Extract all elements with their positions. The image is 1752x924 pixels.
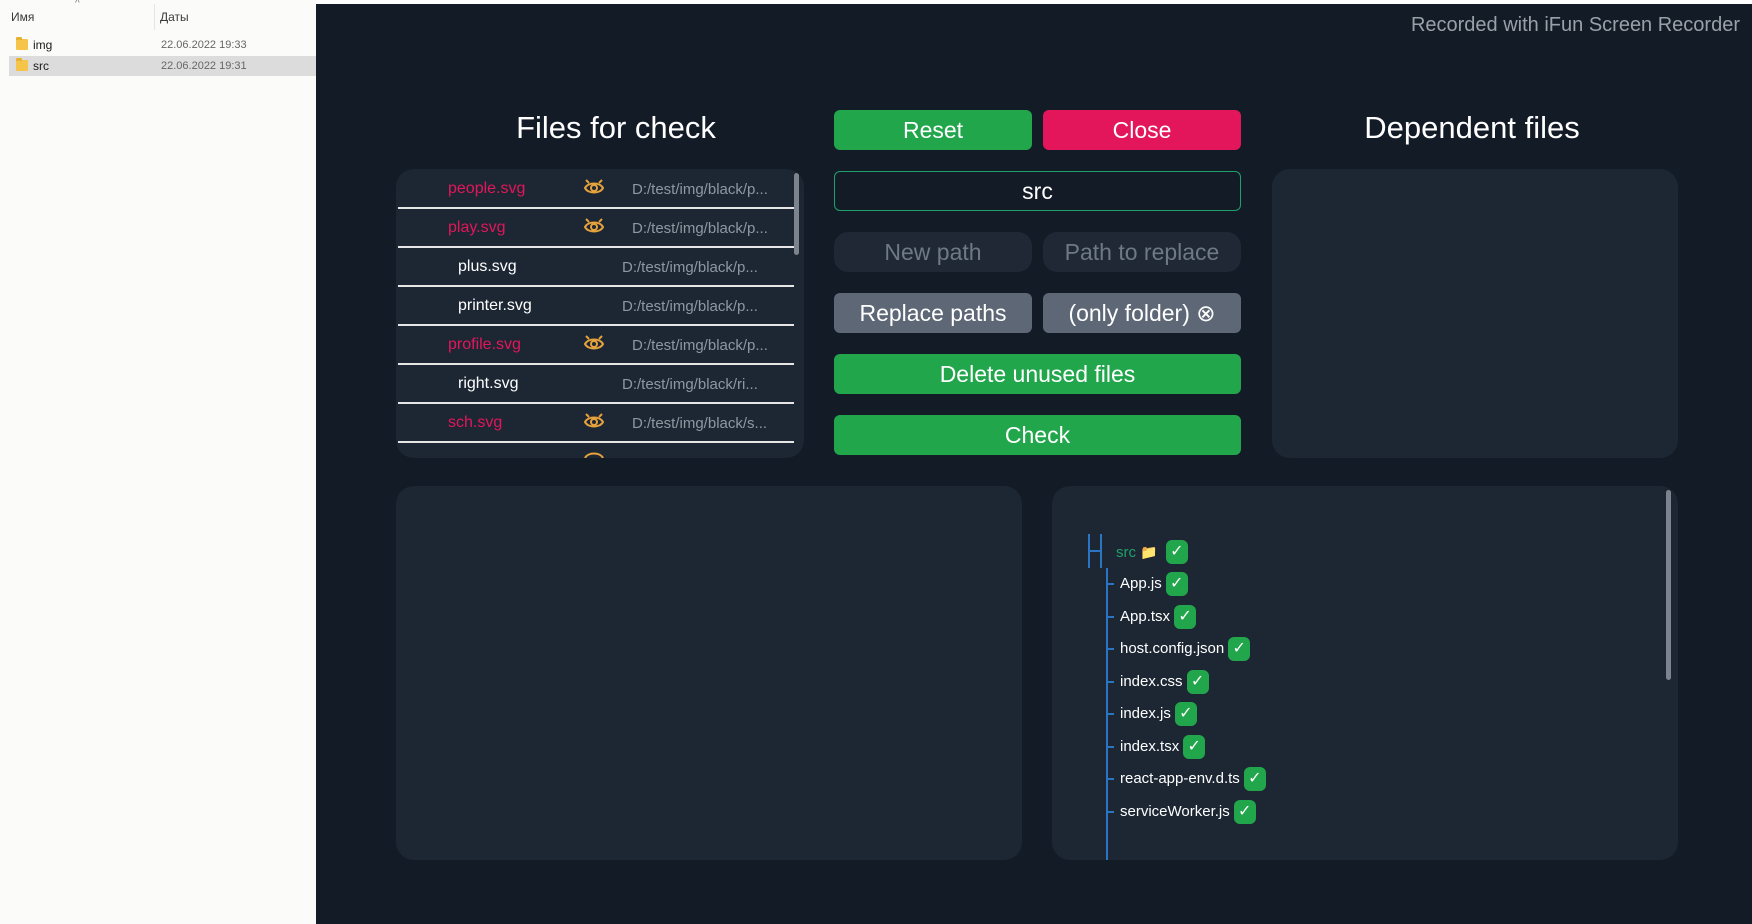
file-path: D:/test/img/black/p... <box>632 337 768 354</box>
dependent-files-panel <box>1272 169 1678 458</box>
column-name-header[interactable]: Имя <box>11 10 34 24</box>
recorder-watermark: Recorded with iFun Screen Recorder <box>1410 14 1740 36</box>
tree-file-item[interactable]: serviceWorker.js ✓ <box>1120 799 1256 824</box>
tree-file-item[interactable]: index.js ✓ <box>1120 702 1197 726</box>
tree-file-label: index.css <box>1120 672 1183 690</box>
file-row[interactable]: right.svg D:/test/img/black/ri... <box>398 364 794 404</box>
file-name: profile.svg <box>448 336 521 353</box>
open-folder-icon: 📁 <box>1140 544 1158 560</box>
tree-file-label: App.js <box>1120 575 1162 592</box>
file-path: D:/test/img/black/ri... <box>622 376 758 393</box>
explorer-row-date: 22.06.2022 19:31 <box>161 60 247 72</box>
file-name: sch.svg <box>448 414 503 431</box>
path-to-replace-input[interactable]: Path to replace <box>1043 232 1241 272</box>
delete-unused-files-button[interactable]: Delete unused files <box>834 354 1241 394</box>
file-path: D:/test/img/black/s... <box>632 415 768 432</box>
tree-file-label: App.tsx <box>1120 607 1171 625</box>
tree-line <box>1106 810 1114 813</box>
tree-file-item[interactable]: App.js ✓ <box>1120 572 1188 596</box>
file-row[interactable]: sch.svg D:/test/img/black/s... <box>398 403 794 443</box>
explorer-header: ^ Имя Даты <box>0 0 316 34</box>
check-icon[interactable]: ✓ <box>1186 669 1209 694</box>
explorer-row-date: 22.06.2022 19:33 <box>161 39 247 51</box>
explorer-row-img[interactable]: img 22.06.2022 19:33 <box>9 35 316 55</box>
eye-icon <box>584 452 604 458</box>
tree-line <box>1100 534 1102 568</box>
file-path: D:/test/img/black/p... <box>622 259 758 276</box>
explorer-row-name: src <box>33 59 49 73</box>
file-row[interactable]: play.svg D:/test/img/black/p... <box>398 208 794 248</box>
folder-icon <box>16 37 28 50</box>
files-list-scrollbar[interactable] <box>794 173 799 255</box>
file-path: D:/test/img/black/p... <box>632 181 768 198</box>
files-for-check-list[interactable]: people.svg D:/test/img/black/p... play.svg… <box>396 169 804 458</box>
file-name: play.svg <box>448 219 506 236</box>
file-row[interactable]: profile.svg D:/test/img/black/p... <box>398 325 794 365</box>
file-path: D:/test/img/black/p... <box>632 220 768 237</box>
column-date-header[interactable]: Даты <box>160 10 189 24</box>
tree-file-label: index.tsx <box>1120 737 1180 755</box>
tree-scrollbar[interactable] <box>1666 490 1671 680</box>
new-path-input[interactable]: New path <box>834 232 1032 272</box>
check-icon[interactable]: ✓ <box>1165 540 1188 564</box>
tree-file-item[interactable]: index.tsx ✓ <box>1120 734 1206 759</box>
tree-line <box>1106 680 1114 683</box>
folder-tree-panel[interactable]: src 📁 ✓ App.js ✓ App.tsx ✓ host.config.json ✓… <box>1052 486 1678 860</box>
tree-root-label: src <box>1116 544 1136 561</box>
check-icon[interactable]: ✓ <box>1183 734 1206 759</box>
file-row[interactable]: printer.svg D:/test/img/black/p... <box>398 286 794 326</box>
explorer-row-src[interactable]: src 22.06.2022 19:31 <box>9 56 316 76</box>
reset-button[interactable]: Reset <box>834 110 1032 150</box>
tree-file-label: serviceWorker.js <box>1120 802 1230 820</box>
file-path: D:/test/img/black/p... <box>622 298 758 315</box>
file-explorer: ^ Имя Даты img 22.06.2022 19:33 src 22.0… <box>0 0 316 924</box>
tree-line <box>1106 583 1114 585</box>
tree-line <box>1088 550 1100 552</box>
folder-icon <box>16 58 28 71</box>
results-panel <box>396 486 1022 860</box>
file-name: printer.svg <box>458 297 532 314</box>
tree-file-label: host.config.json <box>1120 640 1225 657</box>
check-icon[interactable]: ✓ <box>1233 799 1256 824</box>
check-button[interactable]: Check <box>834 415 1241 455</box>
eye-icon[interactable] <box>582 215 606 239</box>
tree-line <box>1106 745 1114 748</box>
file-row[interactable]: people.svg D:/test/img/black/p... <box>398 169 794 209</box>
only-folder-toggle[interactable]: (only folder) ⊗ <box>1043 293 1241 333</box>
eye-icon[interactable] <box>582 332 606 356</box>
eye-icon[interactable] <box>582 410 606 434</box>
check-icon[interactable]: ✓ <box>1174 604 1197 629</box>
file-name: people.svg <box>448 180 526 197</box>
replace-paths-button[interactable]: Replace paths <box>834 293 1032 333</box>
folder-input[interactable]: src <box>834 171 1241 211</box>
files-for-check-title: Files for check <box>516 110 716 145</box>
check-icon[interactable]: ✓ <box>1243 767 1266 791</box>
explorer-row-name: img <box>33 38 53 52</box>
tree-file-item[interactable]: App.tsx ✓ <box>1120 604 1197 629</box>
check-icon[interactable]: ✓ <box>1174 702 1197 726</box>
tree-file-item[interactable]: host.config.json ✓ <box>1120 637 1251 661</box>
file-name: right.svg <box>458 375 519 392</box>
sort-arrow-icon: ^ <box>75 0 80 9</box>
app-window: Recorded with iFun Screen Recorder Files… <box>316 4 1752 924</box>
file-row[interactable]: plus.svg D:/test/img/black/p... <box>398 247 794 287</box>
file-name: plus.svg <box>458 258 517 275</box>
close-button[interactable]: Close <box>1043 110 1241 150</box>
dependent-files-title: Dependent files <box>1364 110 1580 145</box>
tree-line <box>1106 615 1114 618</box>
tree-line <box>1106 778 1114 780</box>
tree-file-item[interactable]: react-app-env.d.ts ✓ <box>1120 767 1266 791</box>
tree-root-src[interactable]: src 📁 ✓ <box>1116 540 1188 564</box>
tree-file-label: index.js <box>1120 705 1171 722</box>
eye-icon[interactable] <box>582 176 606 200</box>
tree-line <box>1106 648 1114 650</box>
check-icon[interactable]: ✓ <box>1165 572 1188 596</box>
column-divider[interactable] <box>154 4 155 30</box>
tree-line <box>1106 713 1114 715</box>
check-icon[interactable]: ✓ <box>1228 637 1251 661</box>
tree-file-item[interactable]: index.css ✓ <box>1120 669 1209 694</box>
tree-file-label: react-app-env.d.ts <box>1120 770 1240 787</box>
